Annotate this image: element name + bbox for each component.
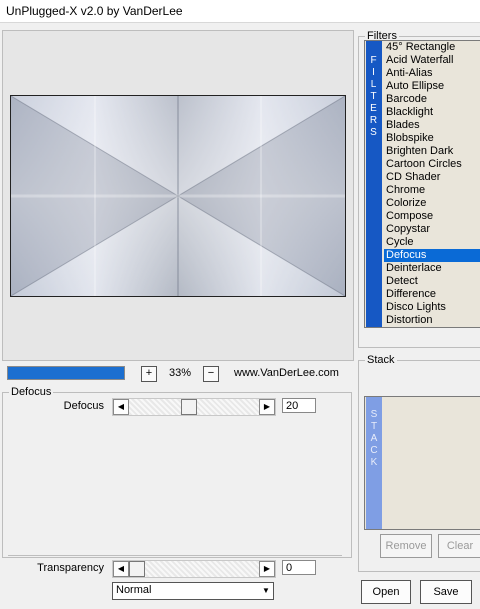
filter-list-item[interactable]: Deinterlace [384, 262, 480, 275]
zoom-out-button[interactable]: − [203, 366, 219, 382]
transparency-label: Transparency [37, 562, 104, 574]
filter-list-item[interactable]: Barcode [384, 93, 480, 106]
remove-button[interactable]: Remove [380, 534, 432, 558]
blend-mode-value: Normal [116, 584, 152, 596]
strip-letter: F [370, 55, 378, 66]
filter-list-item[interactable]: Brighten Dark [384, 145, 480, 158]
render-progress-fill [8, 367, 124, 379]
stack-list[interactable]: STACK [364, 396, 480, 530]
strip-letter: I [372, 67, 376, 78]
blend-mode-select[interactable]: Normal ▼ [112, 582, 274, 600]
strip-letter: E [370, 103, 378, 114]
filter-list-item[interactable]: Detect [384, 275, 480, 288]
defocus-slider-row: Defocus ◀ ▶ 20 [0, 398, 340, 416]
filter-list-item[interactable]: Cycle [384, 236, 480, 249]
stack-legend: Stack [367, 354, 395, 366]
strip-letter: S [370, 127, 378, 138]
window-title: UnPlugged-X v2.0 by VanDerLee [6, 4, 183, 18]
transparency-slider[interactable]: ◀ ▶ [112, 560, 276, 578]
filter-list-item[interactable]: 45° Rectangle [384, 41, 480, 54]
filter-list-item[interactable]: Cartoon Circles [384, 158, 480, 171]
transparency-slider-row: Transparency ◀ ▶ 0 [0, 560, 340, 578]
strip-letter: K [370, 457, 378, 468]
preview-panel [2, 30, 354, 361]
clear-button[interactable]: Clear [438, 534, 480, 558]
transparency-value-field[interactable]: 0 [282, 560, 316, 575]
stack-vertical-label: STACK [366, 397, 382, 529]
render-progress-bar [7, 366, 125, 380]
strip-letter: S [370, 409, 378, 420]
filter-list-item[interactable]: Blacklight [384, 106, 480, 119]
filter-list-item[interactable]: Blobspike [384, 132, 480, 145]
preview-image [10, 95, 346, 297]
filter-list-item[interactable]: CD Shader [384, 171, 480, 184]
website-link[interactable]: www.VanDerLee.com [234, 367, 339, 379]
strip-letter: R [369, 115, 379, 126]
filter-list-item[interactable]: Colorize [384, 197, 480, 210]
filter-list-item[interactable]: Anti-Alias [384, 67, 480, 80]
filter-list-item[interactable]: Blades [384, 119, 480, 132]
transparency-slider-thumb[interactable] [129, 561, 145, 577]
strip-letter: A [370, 433, 378, 444]
open-button[interactable]: Open [361, 580, 411, 604]
filter-list-item[interactable]: Auto Ellipse [384, 80, 480, 93]
zoom-in-button[interactable]: + [141, 366, 157, 382]
strip-letter: T [370, 421, 378, 432]
transparency-increase-arrow-icon[interactable]: ▶ [259, 561, 275, 577]
defocus-decrease-arrow-icon[interactable]: ◀ [113, 399, 129, 415]
strip-letter: C [370, 445, 378, 456]
filters-list[interactable]: FILTERS 45° Rectangle Acid Waterfall Anti-… [364, 40, 480, 328]
strip-letter: T [370, 91, 378, 102]
filter-list-item[interactable]: Compose [384, 210, 480, 223]
filter-items: 45° Rectangle Acid Waterfall Anti-Alias Aut… [384, 41, 480, 327]
filter-list-item[interactable]: Chrome [384, 184, 480, 197]
transparency-decrease-arrow-icon[interactable]: ◀ [113, 561, 129, 577]
strip-letter: L [370, 79, 378, 90]
defocus-increase-arrow-icon[interactable]: ▶ [259, 399, 275, 415]
title-bar: UnPlugged-X v2.0 by VanDerLee [0, 0, 480, 23]
filter-list-item[interactable]: Distortion [384, 314, 480, 327]
preview-image-art [11, 96, 345, 296]
defocus-slider-thumb[interactable] [181, 399, 197, 415]
filter-list-item[interactable]: Disco Lights [384, 301, 480, 314]
filter-list-item[interactable]: Copystar [384, 223, 480, 236]
chevron-down-icon[interactable]: ▼ [259, 583, 273, 599]
separator [8, 555, 342, 557]
save-button[interactable]: Save [420, 580, 472, 604]
filters-vertical-label: FILTERS [366, 41, 382, 327]
defocus-value-field[interactable]: 20 [282, 398, 316, 413]
filter-list-item[interactable]: Acid Waterfall [384, 54, 480, 67]
defocus-params-legend: Defocus [11, 386, 52, 398]
filter-list-item[interactable]: Difference [384, 288, 480, 301]
defocus-slider[interactable]: ◀ ▶ [112, 398, 276, 416]
defocus-label: Defocus [63, 400, 104, 412]
filter-list-item[interactable]: Defocus [384, 249, 480, 262]
zoom-level: 33% [168, 367, 192, 379]
